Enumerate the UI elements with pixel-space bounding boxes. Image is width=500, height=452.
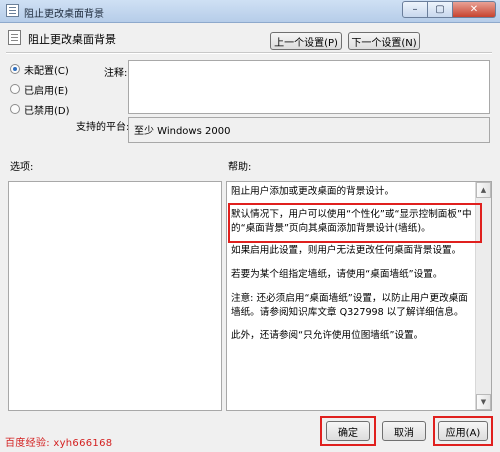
comment-label: 注释: bbox=[104, 68, 128, 79]
platform-field: 至少 Windows 2000 bbox=[128, 117, 490, 143]
window-controls: – ▢ ✕ bbox=[402, 1, 496, 18]
cancel-button[interactable]: 取消 bbox=[382, 421, 426, 441]
minimize-button[interactable]: – bbox=[402, 1, 428, 18]
help-paragraph: 如果启用此设置，则用户无法更改任何桌面背景设置。 bbox=[231, 245, 462, 256]
header-divider bbox=[6, 52, 492, 54]
options-panel bbox=[8, 181, 222, 411]
scroll-up-arrow-icon[interactable]: ▲ bbox=[476, 182, 491, 198]
radio-enabled[interactable]: 已启用(E) bbox=[10, 82, 69, 97]
radio-disabled[interactable]: 已禁用(D) bbox=[10, 102, 70, 117]
comment-textarea[interactable] bbox=[128, 60, 490, 114]
radio-label: 已启用(E) bbox=[24, 85, 69, 97]
previous-setting-button[interactable]: 上一个设置(P) bbox=[270, 32, 342, 50]
setting-icon bbox=[8, 30, 21, 45]
radio-label: 已禁用(D) bbox=[24, 105, 70, 117]
radio-button[interactable] bbox=[10, 84, 20, 94]
setting-title: 阻止更改桌面背景 bbox=[28, 33, 116, 46]
scroll-down-arrow-icon[interactable]: ▼ bbox=[476, 394, 491, 410]
watermark-text: 百度经验: xyh666168 bbox=[5, 438, 113, 449]
radio-button[interactable] bbox=[10, 104, 20, 114]
next-setting-button[interactable]: 下一个设置(N) bbox=[348, 32, 420, 50]
title-bar: 阻止更改桌面背景 – ▢ ✕ bbox=[0, 0, 500, 23]
help-paragraph: 阻止用户添加或更改桌面的背景设计。 bbox=[231, 186, 395, 197]
maximize-button[interactable]: ▢ bbox=[428, 1, 453, 18]
help-paragraph: 此外，还请参阅“只允许使用位图墙纸”设置。 bbox=[231, 330, 424, 341]
help-highlight-box bbox=[228, 203, 482, 243]
radio-not-configured[interactable]: 未配置(C) bbox=[10, 62, 69, 77]
radio-label: 未配置(C) bbox=[24, 65, 69, 77]
radio-button[interactable] bbox=[10, 64, 20, 74]
platform-label: 支持的平台: bbox=[76, 122, 130, 133]
options-label: 选项: bbox=[10, 162, 34, 173]
window-title: 阻止更改桌面背景 bbox=[24, 9, 104, 20]
help-label: 帮助: bbox=[228, 162, 252, 173]
apply-highlight-box bbox=[433, 416, 493, 446]
close-button[interactable]: ✕ bbox=[453, 1, 496, 18]
help-paragraph: 若要为某个组指定墙纸，请使用“桌面墙纸”设置。 bbox=[231, 269, 443, 280]
policy-window-icon bbox=[6, 4, 19, 17]
help-paragraph: 注意: 还必须启用“桌面墙纸”设置，以防止用户更改桌面墙纸。请参阅知识库文章 Q… bbox=[231, 293, 468, 318]
ok-highlight-box bbox=[320, 416, 376, 446]
platform-value: 至少 Windows 2000 bbox=[134, 126, 231, 137]
